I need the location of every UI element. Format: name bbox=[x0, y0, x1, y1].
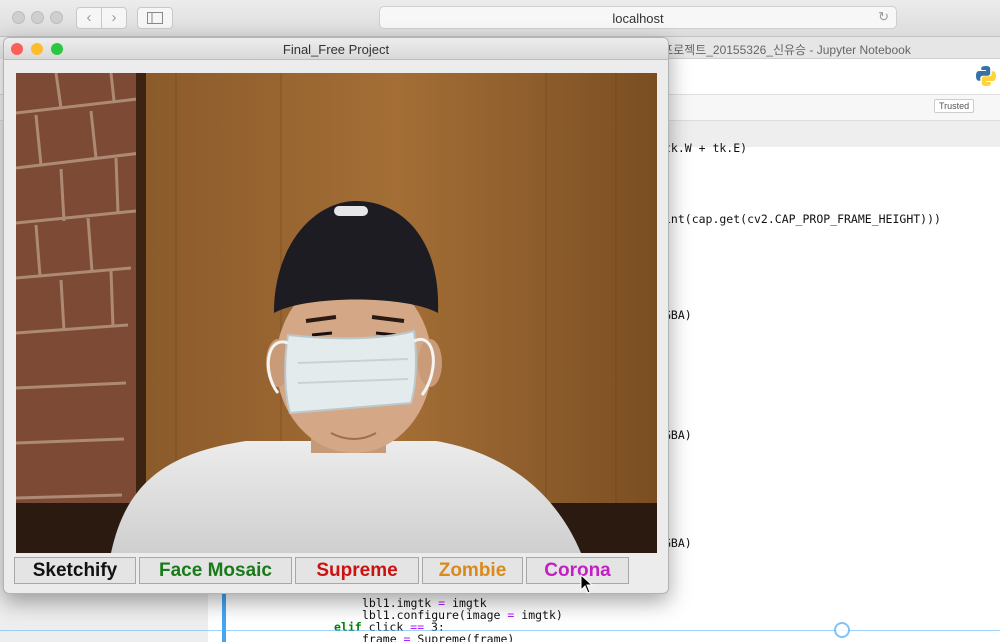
reload-icon[interactable]: ↻ bbox=[878, 9, 889, 25]
code-line: tk.W + tk.E) bbox=[664, 141, 748, 155]
notebook-tab[interactable]: 기말프로젝트_20155326_신유승 - Jupyter Notebook bbox=[640, 37, 1000, 59]
browser-close-dot[interactable] bbox=[12, 11, 25, 24]
face-mosaic-button[interactable]: Face Mosaic bbox=[139, 557, 292, 584]
app-window: Final_Free Project Sketchify Face Mosaic… bbox=[3, 37, 669, 594]
selected-cell-indicator bbox=[222, 594, 226, 642]
code-line: frame = Supreme(frame) bbox=[362, 632, 515, 642]
code-line: int(cap.get(cv2.CAP_PROP_FRAME_HEIGHT))) bbox=[664, 212, 941, 226]
zombie-button[interactable]: Zombie bbox=[422, 557, 523, 584]
address-bar[interactable]: localhost ↻ bbox=[379, 6, 897, 29]
corona-button[interactable]: Corona bbox=[526, 557, 629, 584]
forward-button[interactable]: › bbox=[101, 7, 127, 29]
sketchify-button[interactable]: Sketchify bbox=[14, 557, 136, 584]
scrub-line bbox=[0, 630, 1000, 631]
webcam-view bbox=[16, 73, 657, 553]
trusted-badge[interactable]: Trusted bbox=[934, 99, 975, 113]
mouse-cursor-icon bbox=[580, 574, 594, 594]
app-titlebar: Final_Free Project bbox=[4, 38, 668, 60]
browser-zoom-dot[interactable] bbox=[50, 11, 63, 24]
browser-toolbar: ‹ › localhost ↻ bbox=[0, 0, 1000, 37]
notebook-tab-title: 기말프로젝트_20155326_신유승 - Jupyter Notebook bbox=[640, 43, 911, 57]
sidebar-icon bbox=[147, 12, 163, 24]
sidebar-toggle-button[interactable] bbox=[137, 7, 173, 29]
back-button[interactable]: ‹ bbox=[76, 7, 102, 29]
supreme-button[interactable]: Supreme bbox=[295, 557, 419, 584]
app-title: Final_Free Project bbox=[282, 42, 390, 57]
scrub-handle[interactable] bbox=[834, 622, 850, 638]
url-text: localhost bbox=[612, 11, 664, 26]
webcam-frame-image bbox=[16, 73, 657, 553]
python-logo-icon bbox=[976, 66, 996, 86]
browser-minimize-dot[interactable] bbox=[31, 11, 44, 24]
